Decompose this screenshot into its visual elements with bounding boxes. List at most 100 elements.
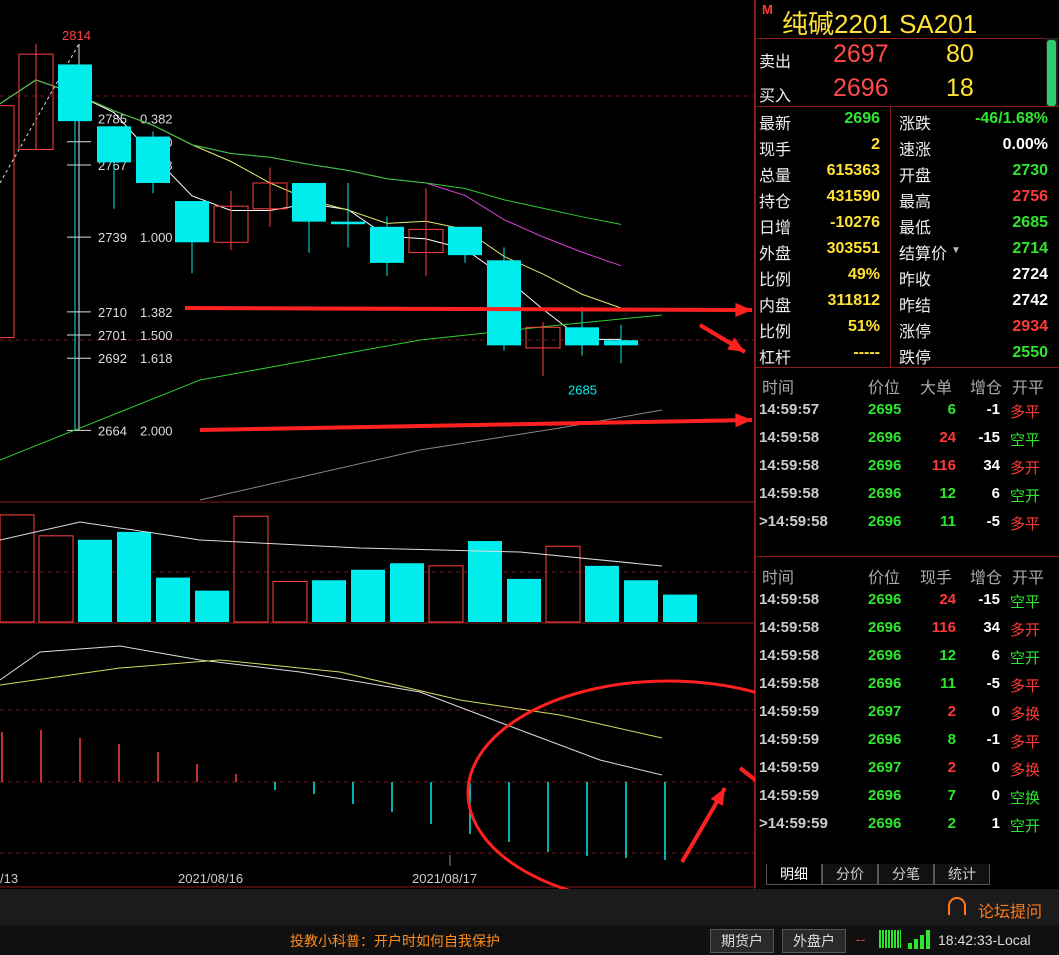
fib-ratio-label: 1.500 (140, 328, 173, 343)
headset-icon[interactable] (948, 897, 966, 915)
stat-label: 涨停 (899, 324, 932, 341)
table-row[interactable]: >14:59:59 2696 2 1 空开 (756, 810, 1059, 838)
candle-body (0, 105, 15, 339)
table-row[interactable]: 14:59:58 2696 11 -5 多平 (756, 670, 1059, 698)
column-header[interactable]: 价位 (868, 374, 900, 398)
table-row[interactable]: 14:59:58 2696 12 6 空开 (756, 480, 1059, 508)
tab-0[interactable]: 明细 (766, 864, 822, 885)
column-header[interactable]: 开平 (1012, 564, 1044, 588)
column-header[interactable]: 时间 (762, 374, 794, 398)
contract-title: 纯碱2201 SA201 (782, 9, 978, 39)
tick-time: >14:59:59 (759, 815, 828, 832)
candle-body (97, 126, 131, 163)
column-header[interactable]: 大单 (920, 374, 952, 398)
tick-time: 14:59:59 (759, 703, 820, 720)
stat-value: 2 (871, 136, 880, 153)
candlestick-chart[interactable]: 27850.38227760.50027670.61827391.0002710… (0, 0, 755, 889)
table-row[interactable]: 14:59:59 2696 7 0 空换 (756, 782, 1059, 810)
tick-type: 空平 (1010, 594, 1041, 611)
tab-2[interactable]: 分笔 (878, 864, 934, 885)
stat-value: 51% (847, 318, 880, 335)
futures-account-button[interactable]: 期货户 (710, 929, 774, 953)
tip-link[interactable]: 投教小科普：开户时如何自我保护 (290, 931, 500, 951)
tick-volume: 12 (939, 485, 956, 502)
dropdown-arrow-icon[interactable]: ▼ (951, 245, 961, 256)
volume-bar (351, 569, 385, 622)
annotation-arrow (738, 766, 755, 783)
volume-bar (663, 594, 697, 622)
column-header[interactable]: 价位 (868, 564, 900, 588)
tick-price: 2696 (868, 591, 902, 608)
stat-value: 2696 (844, 110, 880, 127)
table-row[interactable]: 14:59:59 2697 2 0 多换 (756, 698, 1059, 726)
book-scrollbar[interactable] (1046, 38, 1058, 106)
column-header[interactable]: 开平 (1012, 374, 1044, 398)
candle-body (331, 221, 365, 225)
candle-body (136, 136, 170, 183)
volume-bar (233, 515, 269, 623)
stat-row: 持仓 431590 最高 2756 (756, 185, 1059, 211)
stat-value: -10276 (830, 214, 880, 231)
stat-label: 昨收 (899, 272, 932, 289)
table-row[interactable]: 14:59:59 2697 2 0 多换 (756, 754, 1059, 782)
tab-1[interactable]: 分价 (822, 864, 878, 885)
annotation-arrow (184, 306, 753, 312)
table-row[interactable]: 14:59:59 2696 8 -1 多平 (756, 726, 1059, 754)
table-row[interactable]: 14:59:58 2696 24 -15 空平 (756, 424, 1059, 452)
tick-oi-change: 1 (991, 815, 1000, 832)
grid-icon (879, 930, 901, 948)
bid-row[interactable]: 买入 2696 18 (756, 72, 1046, 106)
stat-row: 日增 -10276 最低 2685 (756, 211, 1059, 237)
tick-volume: 24 (939, 429, 956, 446)
stat-label: 最新 (759, 116, 792, 133)
fib-ratio-label: 2.000 (140, 423, 173, 438)
volume-bar (0, 514, 35, 623)
fib-ratio-label: 1.618 (140, 351, 173, 366)
date-label: 2021/08/16 (178, 871, 243, 886)
tick-oi-change: -15 (978, 591, 1000, 608)
column-header[interactable]: 增仓 (970, 374, 1002, 398)
table-row[interactable]: 14:59:58 2696 116 34 多开 (756, 614, 1059, 642)
tick-oi-change: 34 (983, 619, 1000, 636)
tick-type: 空平 (1010, 432, 1041, 449)
fib-price-label: 2664 (98, 423, 127, 438)
tick-oi-change: 34 (983, 457, 1000, 474)
forum-link[interactable]: 论坛提问 (978, 898, 1042, 922)
ask-row[interactable]: 卖出 2697 80 (756, 38, 1046, 72)
status-bar: 论坛提问 (0, 889, 1059, 925)
stat-label: 开盘 (899, 168, 932, 185)
candle-body (370, 226, 404, 263)
stat-value: 49% (847, 266, 880, 283)
scrollbar-thumb[interactable] (1047, 40, 1056, 106)
tick-type: 多开 (1010, 622, 1041, 639)
tick-type: 多平 (1010, 734, 1041, 751)
bid-label: 买入 (759, 88, 792, 105)
stat-label: 比例 (759, 272, 792, 289)
ask-volume: 80 (946, 40, 974, 68)
table-row[interactable]: 14:59:58 2696 24 -15 空平 (756, 586, 1059, 614)
column-header[interactable]: 时间 (762, 564, 794, 588)
column-header[interactable]: 现手 (920, 564, 952, 588)
stat-row: 杠杆 ----- 跌停 2550 (756, 341, 1059, 367)
tick-price: 2696 (868, 675, 902, 692)
candle-body (175, 201, 209, 243)
table-row[interactable]: >14:59:58 2696 11 -5 多平 (756, 508, 1059, 536)
bid-volume: 18 (946, 74, 974, 102)
tab-3[interactable]: 统计 (934, 864, 990, 885)
tick-type: 多换 (1010, 762, 1041, 779)
tick-oi-change: -15 (978, 429, 1000, 446)
table-row[interactable]: 14:59:58 2696 12 6 空开 (756, 642, 1059, 670)
table-row[interactable]: 14:59:57 2695 6 -1 多平 (756, 396, 1059, 424)
fib-ratio-label: 1.000 (140, 230, 173, 245)
stat-value: 431590 (826, 188, 880, 205)
tick-time: 14:59:59 (759, 731, 820, 748)
annotation-arrow-head (735, 302, 752, 317)
date-label: /13 (0, 871, 18, 886)
tick-volume: 2 (947, 759, 956, 776)
table-row[interactable]: 14:59:58 2696 116 34 多开 (756, 452, 1059, 480)
stat-label: 杠杆 (759, 350, 792, 367)
candle-body (448, 226, 482, 256)
tick-type: 多平 (1010, 678, 1041, 695)
column-header[interactable]: 增仓 (970, 564, 1002, 588)
foreign-account-button[interactable]: 外盘户 (782, 929, 846, 953)
